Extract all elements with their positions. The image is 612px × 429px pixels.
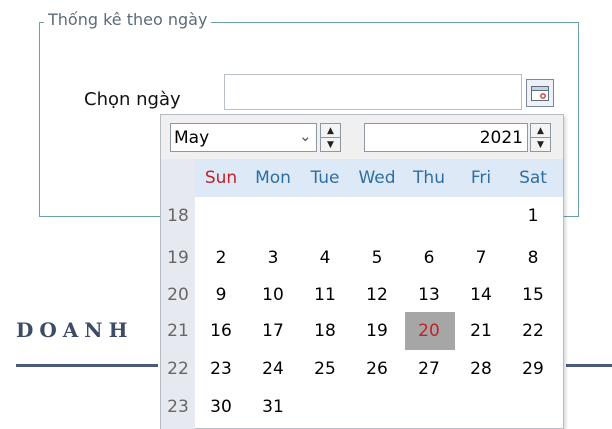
calendar-day[interactable]: 11 xyxy=(299,285,351,305)
calendar-day[interactable]: 23 xyxy=(195,359,247,379)
calendar-day[interactable]: 6 xyxy=(403,248,455,268)
month-select[interactable]: May ⌄ xyxy=(170,123,317,152)
chevron-down-icon: ⌄ xyxy=(299,127,312,145)
calendar-day[interactable]: 15 xyxy=(507,285,559,305)
calendar-day[interactable]: 17 xyxy=(247,321,299,341)
calendar-day[interactable]: 28 xyxy=(455,359,507,379)
calendar-day-today[interactable]: 20 xyxy=(403,321,455,341)
calendar-day[interactable]: 27 xyxy=(403,359,455,379)
calendar-day[interactable]: 3 xyxy=(247,248,299,268)
spin-down-icon[interactable]: ▼ xyxy=(531,138,550,151)
calendar-day[interactable]: 13 xyxy=(403,285,455,305)
calendar-dropdown: May ⌄ ▲ ▼ 2021 ▲ ▼ Sun Mon Tue Wed Thu Fri Sat… xyxy=(160,114,564,429)
calendar-day[interactable]: 5 xyxy=(351,248,403,268)
brand-heading: DOANH xyxy=(16,318,134,342)
calendar-day[interactable]: 18 xyxy=(299,321,351,341)
calendar-day[interactable]: 22 xyxy=(507,321,559,341)
week-number: 21 xyxy=(167,321,189,341)
date-input[interactable] xyxy=(224,74,522,110)
calendar-icon xyxy=(531,85,549,101)
week-number: 22 xyxy=(167,359,189,379)
weekday-sat: Sat xyxy=(519,168,547,188)
calendar-day[interactable]: 19 xyxy=(351,321,403,341)
calendar-day[interactable]: 4 xyxy=(299,248,351,268)
week-number: 23 xyxy=(167,397,189,417)
calendar-day[interactable]: 10 xyxy=(247,285,299,305)
month-value: May xyxy=(174,128,210,148)
calendar-day[interactable]: 16 xyxy=(195,321,247,341)
week-number: 18 xyxy=(167,206,189,226)
calendar-day[interactable]: 2 xyxy=(195,248,247,268)
calendar-day[interactable]: 30 xyxy=(195,397,247,417)
year-input[interactable]: 2021 xyxy=(364,123,528,152)
calendar-day[interactable]: 14 xyxy=(455,285,507,305)
calendar-day[interactable]: 29 xyxy=(507,359,559,379)
calendar-day[interactable]: 21 xyxy=(455,321,507,341)
spin-up-icon[interactable]: ▲ xyxy=(531,124,550,138)
calendar-button[interactable] xyxy=(526,79,554,107)
calendar-day[interactable]: 25 xyxy=(299,359,351,379)
calendar-day[interactable]: 1 xyxy=(507,206,559,226)
groupbox-title: Thống kê theo ngày xyxy=(44,10,212,29)
week-number: 19 xyxy=(167,248,189,268)
weekday-wed: Wed xyxy=(358,168,396,188)
spin-down-icon[interactable]: ▼ xyxy=(321,138,340,151)
calendar-day[interactable]: 8 xyxy=(507,248,559,268)
weekday-mon: Mon xyxy=(255,168,291,188)
calendar-day[interactable]: 12 xyxy=(351,285,403,305)
weekday-tue: Tue xyxy=(310,168,340,188)
calendar-day[interactable]: 24 xyxy=(247,359,299,379)
calendar-day[interactable]: 26 xyxy=(351,359,403,379)
week-number: 20 xyxy=(167,285,189,305)
calendar-day[interactable]: 31 xyxy=(247,397,299,417)
month-spinner[interactable]: ▲ ▼ xyxy=(320,123,341,152)
weekday-sun: Sun xyxy=(204,168,238,188)
calendar-day[interactable]: 7 xyxy=(455,248,507,268)
divider-right xyxy=(566,364,612,367)
year-value: 2021 xyxy=(479,128,523,148)
year-spinner[interactable]: ▲ ▼ xyxy=(530,123,551,152)
divider-left xyxy=(16,364,158,367)
calendar-day[interactable]: 9 xyxy=(195,285,247,305)
date-label: Chọn ngày xyxy=(84,89,181,110)
weekday-thu: Thu xyxy=(413,168,445,188)
weekday-fri: Fri xyxy=(470,168,492,188)
spin-up-icon[interactable]: ▲ xyxy=(321,124,340,138)
